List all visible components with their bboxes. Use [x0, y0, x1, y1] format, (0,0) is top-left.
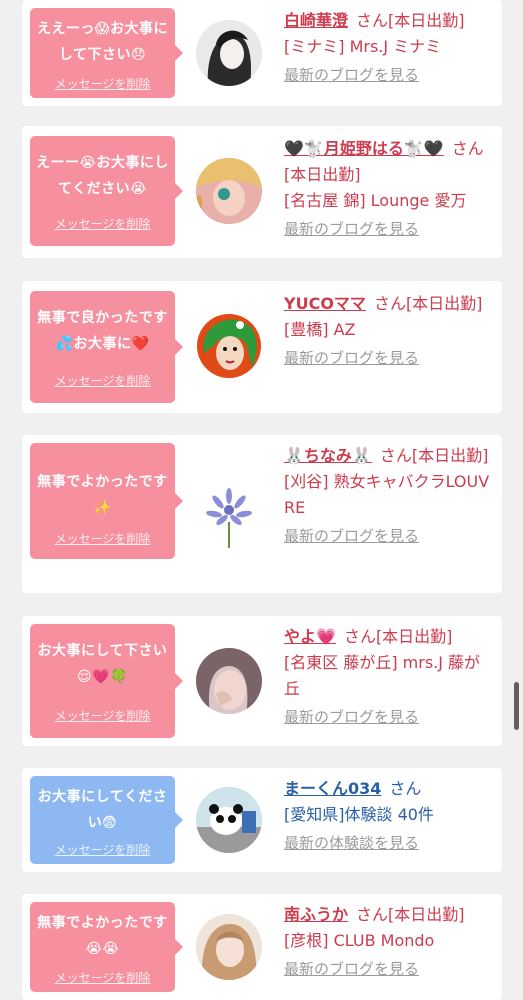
avatar[interactable]	[196, 313, 262, 379]
avatar[interactable]	[196, 482, 262, 548]
message-bubble: 無事で良かったです💦お大事に❤️ メッセージを削除	[30, 291, 183, 403]
message-bubble: 無事でよかったです😭😭 メッセージを削除	[30, 902, 183, 992]
list-item: ええーっ😱お大事にして下さい😞 メッセージを削除 白崎華澄 さん[本日出勤] [ミ…	[22, 0, 502, 106]
message-text: 無事でよかったです😭😭	[37, 915, 168, 957]
shop-info: [豊橋] AZ	[284, 320, 356, 339]
message-bubble: ええーっ😱お大事にして下さい😞 メッセージを削除	[30, 8, 183, 98]
message-text: 無事でよかったです✨	[37, 474, 168, 516]
list-item: 無事でよかったです✨ メッセージを削除 🐰ちなみ🐰 さん[本日出勤] [刈谷] …	[22, 435, 502, 593]
delete-message-link[interactable]: メッセージを削除	[30, 970, 175, 986]
shop-info: [名東区 藤が丘] mrs.J 藤が丘	[284, 653, 481, 698]
latest-blog-link[interactable]: 最新のブログを見る	[284, 218, 494, 240]
list-item: お大事にしてください😨 メッセージを削除 まーくん034 さん [愛知県]体験談 …	[22, 768, 502, 872]
list-item: 無事でよかったです😭😭 メッセージを削除 南ふうか さん[本日出勤] [彦根] C…	[22, 894, 502, 1000]
entry-info: やよ💗 さん[本日出勤] [名東区 藤が丘] mrs.J 藤が丘 最新のブログを見…	[284, 624, 494, 728]
delete-message-link[interactable]: メッセージを削除	[30, 531, 175, 547]
user-name-link[interactable]: 南ふうか	[284, 905, 348, 924]
entry-info: 南ふうか さん[本日出勤] [彦根] CLUB Mondo 最新のブログを見る	[284, 902, 494, 980]
latest-blog-link[interactable]: 最新のブログを見る	[284, 64, 494, 86]
latest-review-link[interactable]: 最新の体験談を見る	[284, 832, 494, 854]
shop-info: [ミナミ] Mrs.J ミナミ	[284, 37, 442, 56]
user-name-link[interactable]: YUCOママ	[284, 294, 366, 313]
message-bubble: えーー😭お大事にしてください😭 メッセージを削除	[30, 136, 183, 246]
entry-info: 🐰ちなみ🐰 さん[本日出勤] [刈谷] 熟女キャバクラLOUVRE 最新のブログを…	[284, 443, 494, 547]
list-item: お大事にして下さい😌💗🍀 メッセージを削除 やよ💗 さん[本日出勤] [名東区 藤…	[22, 616, 502, 746]
latest-blog-link[interactable]: 最新のブログを見る	[284, 706, 494, 728]
user-status: さん[本日出勤]	[373, 294, 483, 313]
user-name-link[interactable]: 🖤🐩月姫野はる🐩🖤	[284, 139, 444, 158]
user-name-link[interactable]: 白崎華澄	[284, 11, 348, 30]
user-status: さん[本日出勤]	[356, 11, 465, 30]
delete-message-link[interactable]: メッセージを削除	[30, 842, 175, 858]
entry-info: YUCOママ さん[本日出勤] [豊橋] AZ 最新のブログを見る	[284, 291, 494, 369]
latest-blog-link[interactable]: 最新のブログを見る	[284, 347, 494, 369]
entry-info: 白崎華澄 さん[本日出勤] [ミナミ] Mrs.J ミナミ 最新のブログを見る	[284, 8, 494, 86]
entry-info: まーくん034 さん [愛知県]体験談 40件 最新の体験談を見る	[284, 776, 494, 854]
user-status: さん[本日出勤]	[379, 446, 489, 465]
delete-message-link[interactable]: メッセージを削除	[30, 216, 175, 232]
message-text: えーー😭お大事にしてください😭	[36, 155, 169, 197]
entry-info: 🖤🐩月姫野はる🐩🖤 さん[本日出勤] [名古屋 錦] Lounge 愛万 最新のブ…	[284, 136, 494, 240]
message-text: お大事にしてください😨	[37, 789, 168, 831]
user-status: さん[本日出勤]	[343, 627, 453, 646]
shop-info: [刈谷] 熟女キャバクラLOUVRE	[284, 472, 490, 517]
message-text: ええーっ😱お大事にして下さい😞	[36, 21, 169, 63]
shop-info: [名古屋 錦] Lounge 愛万	[284, 191, 467, 210]
avatar[interactable]	[196, 648, 262, 714]
delete-message-link[interactable]: メッセージを削除	[30, 708, 175, 724]
message-text: 無事で良かったです💦お大事に❤️	[37, 310, 168, 352]
user-status: さん[本日出勤]	[356, 905, 465, 924]
list-item: 無事で良かったです💦お大事に❤️ メッセージを削除 YUCOママ さん[本日出勤]…	[22, 281, 502, 413]
avatar[interactable]	[196, 158, 262, 224]
scrollbar-thumb[interactable]	[514, 682, 519, 730]
user-status: さん	[389, 779, 422, 798]
review-info: [愛知県]体験談 40件	[284, 805, 434, 824]
list-item: えーー😭お大事にしてください😭 メッセージを削除 🖤🐩月姫野はる🐩🖤 さん[本日出…	[22, 126, 502, 258]
latest-blog-link[interactable]: 最新のブログを見る	[284, 525, 494, 547]
user-name-link[interactable]: 🐰ちなみ🐰	[284, 446, 372, 465]
delete-message-link[interactable]: メッセージを削除	[30, 373, 175, 389]
user-name-link[interactable]: まーくん034	[284, 779, 381, 798]
shop-info: [彦根] CLUB Mondo	[284, 931, 435, 950]
user-name-link[interactable]: やよ💗	[284, 627, 336, 646]
message-bubble: 無事でよかったです✨ メッセージを削除	[30, 443, 183, 559]
latest-blog-link[interactable]: 最新のブログを見る	[284, 958, 494, 980]
message-text: お大事にして下さい😌💗🍀	[37, 643, 168, 685]
delete-message-link[interactable]: メッセージを削除	[30, 76, 175, 92]
avatar[interactable]	[196, 914, 262, 980]
message-bubble: お大事にしてください😨 メッセージを削除	[30, 776, 183, 864]
avatar[interactable]	[196, 20, 262, 86]
avatar[interactable]	[196, 787, 262, 853]
message-bubble: お大事にして下さい😌💗🍀 メッセージを削除	[30, 624, 183, 738]
